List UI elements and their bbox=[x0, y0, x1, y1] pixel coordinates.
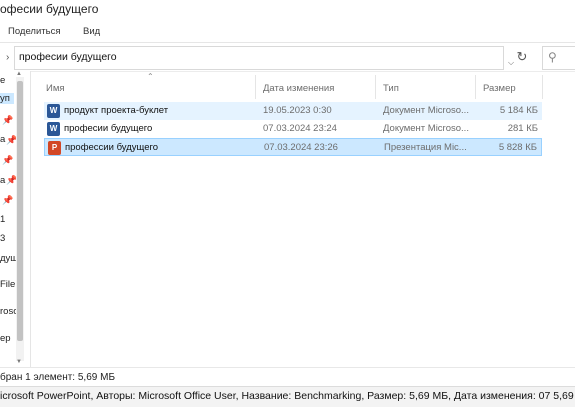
window-title: офесии будущего bbox=[0, 2, 99, 16]
nav-item[interactable]: а bbox=[0, 134, 5, 145]
column-header: ⌃ Имя Дата изменения Тип Размер bbox=[30, 71, 543, 101]
word-icon: W bbox=[47, 104, 60, 118]
file-size: 281 КБ bbox=[507, 123, 538, 134]
pin-icon: 📌 bbox=[2, 195, 14, 205]
tab-view[interactable]: Вид bbox=[83, 26, 100, 37]
scroll-down-icon[interactable]: ▼ bbox=[16, 359, 22, 365]
nav-item[interactable]: е bbox=[0, 75, 5, 86]
title-bar: офесии будущего bbox=[0, 0, 575, 20]
column-type[interactable]: Тип bbox=[383, 83, 399, 94]
scroll-up-icon[interactable]: ▲ bbox=[16, 71, 22, 77]
file-row[interactable]: W професии будущего 07.03.2024 23:24 Док… bbox=[44, 120, 542, 138]
pin-icon: 📌 bbox=[2, 155, 14, 165]
search-input[interactable]: ⚲ bbox=[542, 46, 575, 70]
details-text: icrosoft PowerPoint, Авторы: Microsoft O… bbox=[0, 390, 575, 402]
file-date: 19.05.2023 0:30 bbox=[263, 105, 332, 116]
nav-item[interactable]: а bbox=[0, 175, 5, 186]
address-bar: › професии будущего ⌵ ↻ ⚲ bbox=[0, 43, 575, 72]
powerpoint-icon: P bbox=[48, 141, 61, 155]
scrollbar-thumb[interactable] bbox=[17, 81, 23, 341]
nav-scrollbar[interactable]: ▲ ▼ bbox=[16, 71, 24, 365]
chevron-right-icon: › bbox=[6, 52, 10, 63]
column-name[interactable]: Имя bbox=[46, 83, 65, 94]
navigation-pane: е уп 📌 а 📌 📌 а 📌 📌 1 3 дущ File rosof ер… bbox=[0, 71, 31, 367]
file-name: профессии будущего bbox=[65, 142, 159, 153]
file-type: Документ Microso... bbox=[383, 105, 469, 116]
file-name: продукт проекта-буклет bbox=[64, 105, 169, 116]
details-bar: icrosoft PowerPoint, Авторы: Microsoft O… bbox=[0, 386, 575, 407]
file-row[interactable]: W продукт проекта-буклет 19.05.2023 0:30… bbox=[44, 102, 542, 120]
ribbon-tabs: Поделиться Вид bbox=[0, 20, 575, 43]
pin-icon: 📌 bbox=[2, 115, 14, 125]
file-type: Презентация Mic... bbox=[384, 142, 467, 153]
refresh-icon[interactable]: ↻ bbox=[508, 46, 536, 70]
column-size[interactable]: Размер bbox=[483, 83, 516, 94]
search-icon: ⚲ bbox=[548, 50, 557, 64]
file-row-selected[interactable]: P профессии будущего 07.03.2024 23:26 Пр… bbox=[44, 138, 542, 156]
file-date: 07.03.2024 23:26 bbox=[264, 142, 338, 153]
nav-item[interactable]: File bbox=[0, 279, 15, 290]
file-name: професии будущего bbox=[64, 123, 153, 134]
status-text: бран 1 элемент: 5,69 МБ bbox=[0, 372, 115, 383]
status-bar: бран 1 элемент: 5,69 МБ bbox=[0, 367, 575, 386]
nav-item-selected[interactable]: уп bbox=[0, 93, 14, 104]
file-type: Документ Microso... bbox=[383, 123, 469, 134]
file-date: 07.03.2024 23:24 bbox=[263, 123, 337, 134]
column-date[interactable]: Дата изменения bbox=[263, 83, 334, 94]
word-icon: W bbox=[47, 122, 60, 136]
address-input[interactable]: професии будущего ⌵ bbox=[14, 46, 514, 70]
file-size: 5 828 КБ bbox=[498, 142, 537, 153]
file-list: ⌃ Имя Дата изменения Тип Размер W продук… bbox=[30, 71, 575, 367]
nav-item[interactable]: ер bbox=[0, 333, 11, 344]
address-path[interactable]: професии будущего bbox=[19, 51, 117, 63]
file-size: 5 184 КБ bbox=[499, 105, 538, 116]
tab-share[interactable]: Поделиться bbox=[8, 26, 60, 37]
nav-item[interactable]: 3 bbox=[0, 233, 5, 244]
sort-arrow-icon: ⌃ bbox=[147, 72, 154, 81]
nav-item[interactable]: 1 bbox=[0, 214, 5, 225]
